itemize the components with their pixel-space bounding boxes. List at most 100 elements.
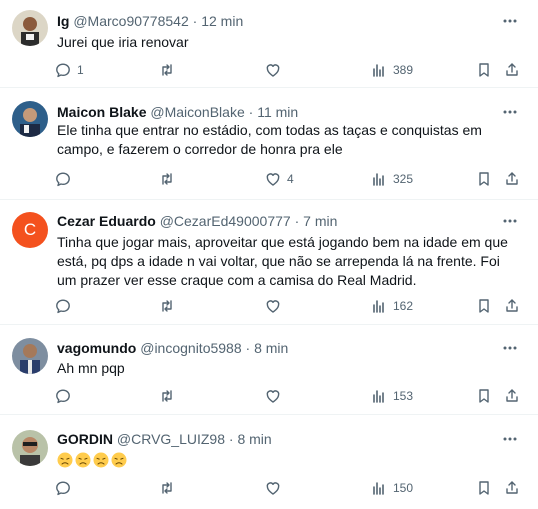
author-handle[interactable]: @Marco90778542 <box>73 13 188 29</box>
avatar[interactable] <box>12 10 48 46</box>
bookmark-button[interactable] <box>476 60 492 80</box>
author-handle[interactable]: @CezarEd49000777 <box>160 213 291 229</box>
bookmark-button[interactable] <box>476 386 492 406</box>
view-count: 389 <box>393 63 414 77</box>
avatar[interactable] <box>12 338 48 374</box>
author-handle[interactable]: @MaiconBlake <box>150 104 244 120</box>
post-cezar[interactable]: C Cezar Eduardo @CezarEd49000777 · 7 min… <box>0 200 538 325</box>
reply-count: 1 <box>77 63 84 77</box>
separator: · <box>294 213 300 229</box>
views-button[interactable]: 150 <box>371 478 413 498</box>
like-button[interactable] <box>265 386 287 406</box>
views-icon <box>373 173 384 186</box>
timestamp[interactable]: 8 min <box>254 340 288 356</box>
author-name[interactable]: Cezar Eduardo <box>57 213 156 229</box>
reply-button[interactable] <box>55 478 77 498</box>
like-button[interactable] <box>265 296 287 316</box>
share-button[interactable] <box>504 386 520 406</box>
bookmark-button[interactable] <box>476 169 492 189</box>
reply-button[interactable] <box>55 386 77 406</box>
author-name[interactable]: vagomundo <box>57 340 136 356</box>
post-text: Tinha que jogar mais, aproveitar que est… <box>57 234 508 288</box>
like-button[interactable] <box>265 478 287 498</box>
bookmark-button[interactable] <box>476 296 492 316</box>
reply-icon <box>56 481 70 496</box>
view-count: 150 <box>393 481 414 495</box>
repost-icon <box>162 482 172 494</box>
post-text: Ele tinha que entrar no estádio, com tod… <box>57 122 482 157</box>
post-maicon[interactable]: Maicon Blake @MaiconBlake · 11 min Ele t… <box>0 88 538 200</box>
avatar[interactable] <box>12 430 48 466</box>
repost-button[interactable] <box>159 478 175 498</box>
repost-button[interactable] <box>159 60 175 80</box>
disappointed-face-icon <box>57 452 73 468</box>
like-button[interactable]: 4 <box>265 169 294 189</box>
post-gordin[interactable]: GORDIN @CRVG_LUIZ98 · 8 min 150 <box>0 415 538 509</box>
views-icon <box>373 64 384 77</box>
views-button[interactable]: 325 <box>371 169 413 189</box>
view-count: 162 <box>393 299 414 313</box>
disappointed-face-icon <box>75 452 91 468</box>
repost-icon <box>162 173 172 185</box>
views-button[interactable]: 153 <box>371 386 413 406</box>
reply-icon <box>56 299 70 314</box>
post-text: Jurei que iria renovar <box>57 34 189 50</box>
post-ig[interactable]: Ig @Marco90778542 · 12 min Jurei que iri… <box>0 0 538 88</box>
reply-icon <box>56 172 70 187</box>
author-handle[interactable]: @incognito5988 <box>140 340 241 356</box>
timestamp[interactable]: 12 min <box>201 13 243 29</box>
post-vagomundo[interactable]: vagomundo @incognito5988 · 8 min Ah mn p… <box>0 325 538 415</box>
author-name[interactable]: Ig <box>57 13 69 29</box>
repost-icon <box>162 300 172 312</box>
share-icon <box>506 389 518 402</box>
post-text: Ah mn pqp <box>57 360 125 376</box>
share-button[interactable] <box>504 60 520 80</box>
view-count: 153 <box>393 389 414 403</box>
separator: · <box>245 340 251 356</box>
repost-button[interactable] <box>159 169 175 189</box>
more-icon[interactable] <box>502 431 518 447</box>
reply-button[interactable]: 1 <box>55 60 84 80</box>
reply-icon <box>56 389 70 404</box>
more-icon[interactable] <box>502 213 518 229</box>
share-button[interactable] <box>504 478 520 498</box>
share-button[interactable] <box>504 169 520 189</box>
heart-icon <box>266 173 280 186</box>
views-button[interactable]: 389 <box>371 60 413 80</box>
views-icon <box>373 390 384 403</box>
disappointed-face-icon <box>111 452 127 468</box>
views-button[interactable]: 162 <box>371 296 413 316</box>
timestamp[interactable]: 11 min <box>257 104 298 120</box>
author-handle[interactable]: @CRVG_LUIZ98 <box>117 431 225 447</box>
author-name[interactable]: GORDIN <box>57 431 113 447</box>
like-button[interactable] <box>265 60 287 80</box>
timestamp[interactable]: 8 min <box>237 431 271 447</box>
reply-button[interactable] <box>55 169 77 189</box>
like-count: 4 <box>287 172 294 186</box>
more-icon[interactable] <box>502 104 518 120</box>
timestamp[interactable]: 7 min <box>303 213 337 229</box>
avatar-letter: C <box>23 220 37 239</box>
more-icon[interactable] <box>502 13 518 29</box>
reply-button[interactable] <box>55 296 77 316</box>
repost-button[interactable] <box>159 386 175 406</box>
share-button[interactable] <box>504 296 520 316</box>
avatar[interactable] <box>12 101 48 137</box>
avatar[interactable]: C <box>12 212 48 248</box>
repost-button[interactable] <box>159 296 175 316</box>
views-icon <box>373 300 384 313</box>
heart-icon <box>266 390 280 403</box>
post-text <box>57 451 497 468</box>
repost-icon <box>162 390 172 402</box>
share-icon <box>506 299 518 312</box>
separator: · <box>228 431 234 447</box>
bookmark-button[interactable] <box>476 478 492 498</box>
bookmark-icon <box>479 172 489 186</box>
share-icon <box>506 63 518 76</box>
heart-icon <box>266 64 280 77</box>
author-name[interactable]: Maicon Blake <box>57 104 146 120</box>
separator: · <box>192 13 198 29</box>
repost-icon <box>162 64 172 76</box>
share-icon <box>506 172 518 185</box>
more-icon[interactable] <box>502 340 518 356</box>
